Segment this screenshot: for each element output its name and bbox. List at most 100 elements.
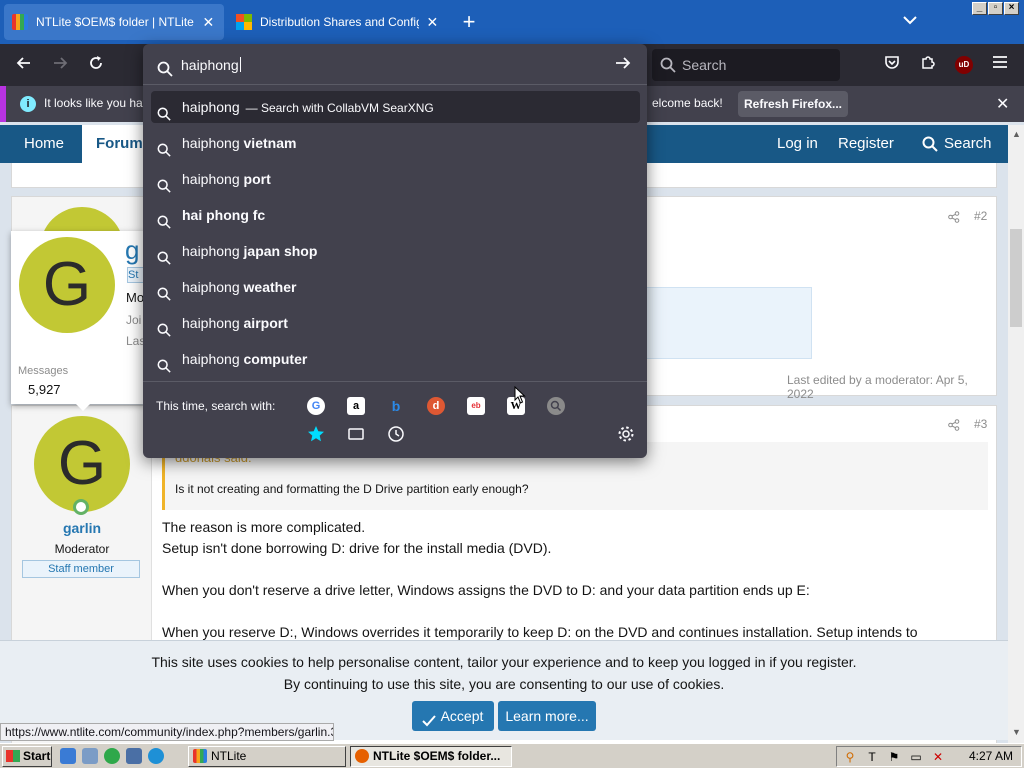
accept-cookies-button[interactable]: Accept xyxy=(412,701,494,731)
ntlite-app-icon xyxy=(193,749,207,763)
post-number[interactable]: #3 xyxy=(974,417,987,431)
taskbar-task-firefox[interactable]: NTLite $OEM$ folder... xyxy=(350,746,512,767)
volume-muted-icon[interactable]: ✕ xyxy=(931,750,945,764)
suggestion-suffix: airport xyxy=(243,315,288,331)
page-scrollbar[interactable]: ▲ ▼ xyxy=(1008,125,1024,743)
bookmarks-star-icon[interactable] xyxy=(307,425,325,443)
suggestion-item[interactable]: haiphong vietnam xyxy=(151,127,640,159)
suggestion-item[interactable]: haiphong computer xyxy=(151,343,640,375)
hamburger-menu-icon[interactable] xyxy=(989,54,1011,76)
scroll-down-arrow-icon[interactable]: ▼ xyxy=(1012,727,1021,737)
close-tab-icon[interactable]: ✕ xyxy=(425,14,440,31)
avatar[interactable]: G xyxy=(34,416,130,512)
back-arrow-icon[interactable] xyxy=(11,53,37,77)
divider xyxy=(143,84,647,85)
google-engine-icon[interactable]: G xyxy=(307,397,325,415)
messages-count: 5,927 xyxy=(28,382,61,397)
share-icon[interactable] xyxy=(948,210,960,228)
quote-text: Is it not creating and formatting the D … xyxy=(175,482,529,496)
duckduckgo-engine-icon[interactable]: d xyxy=(427,397,445,415)
post-number[interactable]: #2 xyxy=(974,209,987,223)
search-icon xyxy=(157,352,171,384)
suggestion-item[interactable]: haiphong — Search with CollabVM SearXNG xyxy=(151,91,640,123)
amazon-engine-icon[interactable]: a xyxy=(347,397,365,415)
taskbar-task-ntlite[interactable]: NTLite xyxy=(188,746,346,767)
scroll-up-arrow-icon[interactable]: ▲ xyxy=(1012,129,1021,139)
history-clock-icon[interactable] xyxy=(387,425,405,443)
scrollbar-thumb[interactable] xyxy=(1010,229,1022,327)
suggestion-prefix: haiphong xyxy=(182,99,240,115)
close-window-button[interactable]: × xyxy=(1004,2,1019,15)
edge-browser-icon[interactable] xyxy=(148,748,164,764)
internet-explorer-icon[interactable] xyxy=(60,748,76,764)
maximize-window-button[interactable]: ▫ xyxy=(988,2,1003,15)
network-icon[interactable]: ▭ xyxy=(909,750,923,764)
start-button[interactable]: Start xyxy=(2,746,52,767)
search-icon[interactable]: ⚲ xyxy=(843,750,857,764)
share-icon[interactable] xyxy=(948,418,960,436)
search-icon xyxy=(157,57,173,87)
post-author-name[interactable]: garlin xyxy=(12,520,152,536)
extensions-puzzle-icon[interactable] xyxy=(917,54,939,76)
reload-icon[interactable] xyxy=(83,53,109,77)
suggestion-suffix: weather xyxy=(243,279,297,295)
go-arrow-icon[interactable] xyxy=(615,55,631,76)
learn-more-button[interactable]: Learn more... xyxy=(498,701,596,731)
member-card-avatar[interactable]: G xyxy=(19,237,115,333)
tab-distribution-shares[interactable]: Distribution Shares and Configuration ✕ xyxy=(228,4,448,40)
task-label: NTLite xyxy=(211,749,247,763)
search-icon xyxy=(922,136,938,152)
urlbar-dropdown: haiphong haiphong — Search with CollabVM … xyxy=(143,44,647,458)
list-all-tabs-chevron-icon[interactable] xyxy=(898,12,922,32)
bing-engine-icon[interactable]: b xyxy=(387,397,405,415)
member-card-role: Mo xyxy=(126,290,145,305)
ublock-origin-icon[interactable]: uD xyxy=(955,56,973,74)
suggestion-item[interactable]: haiphong weather xyxy=(151,271,640,303)
suggestion-engine-label: — Search with CollabVM SearXNG xyxy=(245,101,434,115)
address-bar-input[interactable]: haiphong xyxy=(151,50,639,80)
close-tab-icon[interactable]: ✕ xyxy=(201,14,216,31)
nav-home[interactable]: Home xyxy=(24,125,64,163)
online-status-icon xyxy=(73,499,89,515)
windows-flag-icon xyxy=(6,750,20,762)
oneoff-search-label: This time, search with: xyxy=(156,399,276,413)
new-tab-button[interactable]: + xyxy=(456,10,482,36)
member-card-name[interactable]: g xyxy=(125,235,139,266)
forward-arrow-icon[interactable] xyxy=(47,53,73,77)
cookie-notice-line2: By continuing to use this site, you are … xyxy=(283,676,725,692)
ebay-engine-icon[interactable]: eb xyxy=(467,397,485,415)
taskbar-clock[interactable]: 4:27 AM xyxy=(969,749,1013,763)
close-icon[interactable]: ✕ xyxy=(996,94,1009,114)
refresh-firefox-button[interactable]: Refresh Firefox... xyxy=(738,91,848,117)
language-icon[interactable]: T xyxy=(865,750,879,764)
explorer-icon[interactable] xyxy=(126,748,142,764)
site-search-label: Search xyxy=(944,135,992,152)
suggestion-item[interactable]: haiphong port xyxy=(151,163,640,195)
searxng-engine-icon[interactable] xyxy=(547,397,565,415)
tab-ntlite[interactable]: NTLite $OEM$ folder | NTLite Forum ✕ xyxy=(4,4,224,40)
search-icon xyxy=(660,57,676,76)
checkmark-icon xyxy=(422,708,436,738)
info-icon: i xyxy=(20,96,36,112)
cookie-notice-line1: This site uses cookies to help personali… xyxy=(151,654,857,670)
register-link[interactable]: Register xyxy=(838,125,894,163)
site-search-button[interactable]: Search xyxy=(922,125,992,163)
media-player-icon[interactable] xyxy=(104,748,120,764)
accept-label: Accept xyxy=(440,708,484,724)
flag-icon[interactable]: ⚑ xyxy=(887,750,901,764)
suggestion-item[interactable]: hai phong fc xyxy=(151,199,640,231)
text-caret xyxy=(239,57,241,72)
notification-message-right: elcome back! xyxy=(652,96,723,110)
show-desktop-icon[interactable] xyxy=(82,748,98,764)
suggestion-item[interactable]: haiphong airport xyxy=(151,307,640,339)
minimize-window-button[interactable]: _ xyxy=(972,2,987,15)
suggestion-prefix: haiphong xyxy=(182,135,244,151)
suggestion-prefix: haiphong xyxy=(182,279,244,295)
pocket-icon[interactable] xyxy=(881,54,903,76)
tab-strip: NTLite $OEM$ folder | NTLite Forum ✕ Dis… xyxy=(0,0,1024,44)
login-link[interactable]: Log in xyxy=(777,125,818,163)
web-search-box[interactable]: Search xyxy=(652,49,840,81)
tabs-icon[interactable] xyxy=(347,425,365,443)
search-settings-gear-icon[interactable] xyxy=(617,425,635,443)
suggestion-item[interactable]: haiphong japan shop xyxy=(151,235,640,267)
